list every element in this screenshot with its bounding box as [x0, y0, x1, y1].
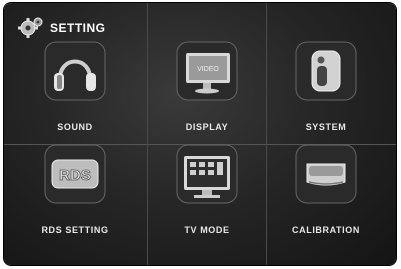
tile-sound-label: SOUND — [57, 122, 93, 132]
tile-calibration[interactable]: CALIBRATION — [267, 3, 385, 235]
tile-rds-setting[interactable]: RDS RDS SETTING — [16, 3, 134, 235]
tile-system-label: SYSTEM — [305, 122, 347, 132]
rds-icon: RDS — [44, 144, 106, 204]
settings-screen: SETTING SOUND VIDEO DISPLAY SYSTEM RDS R… — [4, 3, 396, 265]
tile-display-label: DISPLAY — [185, 122, 229, 132]
tv-icon — [176, 144, 238, 204]
tile-rds-setting-label: RDS SETTING — [41, 225, 109, 235]
rds-icon-text: RDS — [59, 167, 91, 184]
tile-tv-mode-label: TV MODE — [184, 225, 230, 235]
tile-calibration-label: CALIBRATION — [292, 225, 360, 235]
tile-tv-mode[interactable]: TV MODE — [148, 3, 266, 235]
calibration-device-icon — [295, 144, 357, 204]
